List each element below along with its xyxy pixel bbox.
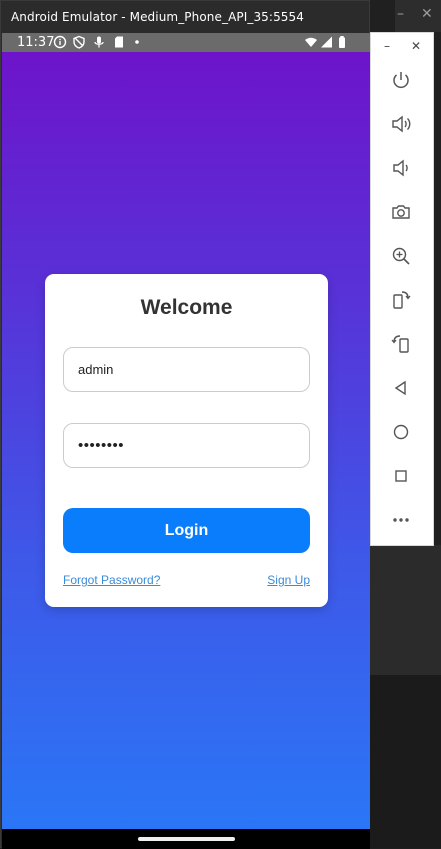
mic-icon xyxy=(92,35,106,49)
toolbar-close-button[interactable]: ✕ xyxy=(411,39,421,53)
battery-icon xyxy=(335,35,349,49)
sign-up-link[interactable]: Sign Up xyxy=(267,573,310,587)
background-minimize[interactable]: – xyxy=(397,6,404,22)
username-input[interactable]: admin xyxy=(63,347,310,392)
status-time: 11:37 xyxy=(17,35,55,50)
background-close[interactable]: ✕ xyxy=(421,6,433,22)
toolbar-header: – ✕ xyxy=(371,33,433,59)
emulator-window: Android Emulator - Medium_Phone_API_35:5… xyxy=(0,0,370,849)
power-icon[interactable] xyxy=(387,66,415,94)
sd-card-icon xyxy=(112,35,126,49)
zoom-icon[interactable] xyxy=(387,242,415,270)
signal-icon xyxy=(320,35,334,49)
dot-icon xyxy=(132,35,146,49)
volume-up-icon[interactable] xyxy=(387,110,415,138)
back-icon[interactable] xyxy=(387,374,415,402)
rotate-left-icon[interactable] xyxy=(387,286,415,314)
device-screen[interactable]: 11:37 Welcome admin •••••••• Login Forgo… xyxy=(2,33,370,829)
desktop-panel-dark xyxy=(370,675,441,848)
login-title: Welcome xyxy=(140,296,233,319)
camera-icon[interactable] xyxy=(387,198,415,226)
emulator-toolbar: – ✕ xyxy=(370,32,434,546)
login-button[interactable]: Login xyxy=(63,508,310,553)
rotate-right-icon[interactable] xyxy=(387,330,415,358)
shield-icon xyxy=(72,35,86,49)
home-icon[interactable] xyxy=(387,418,415,446)
info-icon xyxy=(53,35,67,49)
password-input[interactable]: •••••••• xyxy=(63,423,310,468)
gesture-handle[interactable] xyxy=(138,837,235,841)
status-bar: 11:37 xyxy=(2,33,370,52)
login-card: Welcome admin •••••••• Login Forgot Pass… xyxy=(45,274,328,607)
volume-down-icon[interactable] xyxy=(387,154,415,182)
navigation-bar xyxy=(2,829,370,849)
forgot-password-link[interactable]: Forgot Password? xyxy=(63,573,160,587)
title-bar[interactable]: Android Emulator - Medium_Phone_API_35:5… xyxy=(1,1,369,33)
wifi-icon xyxy=(304,35,318,49)
background-window-controls: – ✕ xyxy=(395,0,441,32)
toolbar-minimize-button[interactable]: – xyxy=(384,39,390,53)
overview-icon[interactable] xyxy=(387,462,415,490)
more-icon[interactable] xyxy=(387,506,415,534)
window-title: Android Emulator - Medium_Phone_API_35:5… xyxy=(11,10,305,24)
